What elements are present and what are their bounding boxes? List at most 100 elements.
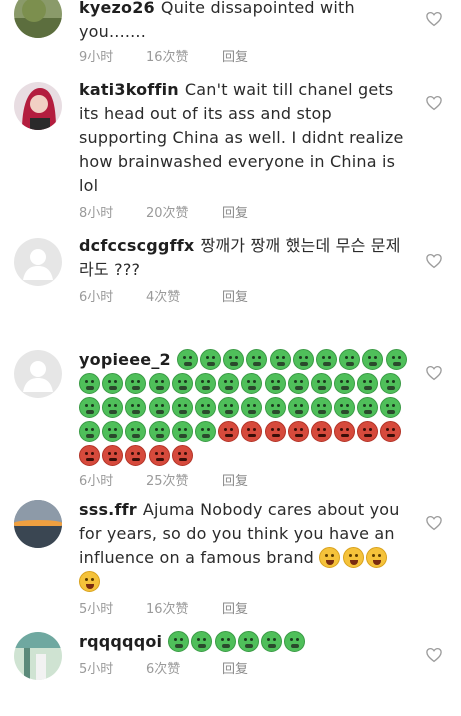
reply-button[interactable]: 回复 [222, 600, 248, 620]
nauseated-face-emoji-icon [292, 349, 314, 370]
nauseated-face-emoji-icon [339, 349, 361, 370]
nauseated-face-emoji-icon [241, 373, 263, 394]
nauseated-face-emoji-icon [79, 397, 100, 418]
nauseated-face-emoji-icon [148, 397, 170, 418]
emoji-sequence [168, 631, 307, 652]
nauseated-face-emoji-icon [102, 397, 124, 418]
nauseated-face-emoji-icon [171, 397, 193, 418]
heart-outline-icon[interactable] [425, 364, 443, 382]
nauseated-face-emoji-icon [287, 373, 309, 394]
nauseated-face-emoji-icon [380, 373, 402, 394]
timestamp: 9小时 [79, 50, 114, 65]
angry-face-emoji-icon [334, 421, 356, 442]
nauseated-face-emoji-icon [269, 349, 291, 370]
comment-meta: 9小时 16次赞 回复 [79, 48, 409, 68]
nauseated-face-emoji-icon [125, 421, 147, 442]
username[interactable]: rqqqqqoi [79, 632, 162, 651]
angry-face-emoji-icon [171, 445, 193, 466]
heart-outline-icon[interactable] [425, 10, 443, 28]
nauseated-face-emoji-icon [168, 631, 190, 652]
nauseated-face-emoji-icon [218, 397, 240, 418]
like-count: 16次赞 [146, 602, 189, 617]
reply-button[interactable]: 回复 [222, 204, 248, 224]
nauseated-face-emoji-icon [191, 631, 213, 652]
reply-button[interactable]: 回复 [222, 288, 248, 308]
nauseated-face-emoji-icon [223, 349, 245, 370]
comment-meta: 5小时 6次赞 回复 [79, 660, 409, 680]
avatar[interactable] [14, 350, 62, 398]
angry-face-emoji-icon [79, 445, 100, 466]
reply-button[interactable]: 回复 [222, 48, 248, 68]
avatar[interactable] [14, 500, 62, 548]
nauseated-face-emoji-icon [171, 421, 193, 442]
comment-text: rqqqqqoi [79, 630, 409, 654]
timestamp: 5小时 [79, 602, 114, 617]
heart-outline-icon[interactable] [425, 252, 443, 270]
like-count: 25次赞 [146, 474, 189, 489]
nauseated-face-emoji-icon [194, 397, 216, 418]
username[interactable]: dcfccscggffx [79, 236, 194, 255]
nauseated-face-emoji-icon [171, 373, 193, 394]
nauseated-face-emoji-icon [264, 397, 286, 418]
angry-face-emoji-icon [125, 445, 147, 466]
like-count: 20次赞 [146, 206, 189, 221]
comment-meta: 6小时 4次赞 回复 [79, 288, 409, 308]
username[interactable]: sss.ffr [79, 500, 137, 519]
nauseated-face-emoji-icon [214, 631, 236, 652]
comment-text: kati3koffin Can't wait till chanel gets i… [79, 78, 409, 198]
avatar[interactable] [14, 82, 62, 130]
angry-face-emoji-icon [357, 421, 379, 442]
like-count: 4次赞 [146, 290, 181, 305]
nauseated-face-emoji-icon [284, 631, 306, 652]
laughing-face-emoji-icon [319, 547, 341, 568]
nauseated-face-emoji-icon [362, 349, 384, 370]
timestamp: 6小时 [79, 290, 114, 305]
nauseated-face-emoji-icon [260, 631, 282, 652]
comment-meta: 8小时 20次赞 回复 [79, 204, 409, 224]
nauseated-face-emoji-icon [310, 397, 332, 418]
nauseated-face-emoji-icon [102, 373, 124, 394]
avatar[interactable] [14, 0, 62, 38]
nauseated-face-emoji-icon [287, 397, 309, 418]
nauseated-face-emoji-icon [241, 397, 263, 418]
username[interactable]: yopieee_2 [79, 350, 171, 369]
nauseated-face-emoji-icon [264, 373, 286, 394]
timestamp: 6小时 [79, 474, 114, 489]
angry-face-emoji-icon [102, 445, 124, 466]
nauseated-face-emoji-icon [194, 373, 216, 394]
nauseated-face-emoji-icon [218, 373, 240, 394]
nauseated-face-emoji-icon [380, 397, 402, 418]
nauseated-face-emoji-icon [79, 373, 100, 394]
nauseated-face-emoji-icon [246, 349, 268, 370]
username[interactable]: kyezo26 [79, 0, 155, 17]
nauseated-face-emoji-icon [176, 349, 198, 370]
angry-face-emoji-icon [264, 421, 286, 442]
laughing-face-emoji-icon [365, 547, 387, 568]
heart-outline-icon[interactable] [425, 94, 443, 112]
comment-text: sss.ffr Ajuma Nobody cares about you for … [79, 498, 409, 594]
like-count: 16次赞 [146, 50, 189, 65]
angry-face-emoji-icon [241, 421, 263, 442]
avatar[interactable] [14, 632, 62, 680]
angry-face-emoji-icon [310, 421, 332, 442]
avatar[interactable] [14, 238, 62, 286]
laughing-face-emoji-icon [79, 571, 100, 592]
nauseated-face-emoji-icon [194, 421, 216, 442]
laughing-face-emoji-icon [342, 547, 364, 568]
nauseated-face-emoji-icon [200, 349, 222, 370]
nauseated-face-emoji-icon [79, 421, 100, 442]
nauseated-face-emoji-icon [102, 421, 124, 442]
reply-button[interactable]: 回复 [222, 472, 248, 492]
nauseated-face-emoji-icon [357, 373, 379, 394]
nauseated-face-emoji-icon [125, 373, 147, 394]
reply-button[interactable]: 回复 [222, 660, 248, 680]
heart-outline-icon[interactable] [425, 514, 443, 532]
username[interactable]: kati3koffin [79, 80, 179, 99]
nauseated-face-emoji-icon [357, 397, 379, 418]
angry-face-emoji-icon [218, 421, 240, 442]
comment-meta: 6小时 25次赞 回复 [79, 472, 414, 492]
comment-text: kyezo26 Quite dissapointed with you......… [79, 0, 409, 44]
comment-text: dcfccscggffx 짱깨가 짱깨 했는데 무슨 문제라도 ??? [79, 234, 409, 282]
like-count: 6次赞 [146, 662, 181, 677]
heart-outline-icon[interactable] [425, 646, 443, 664]
